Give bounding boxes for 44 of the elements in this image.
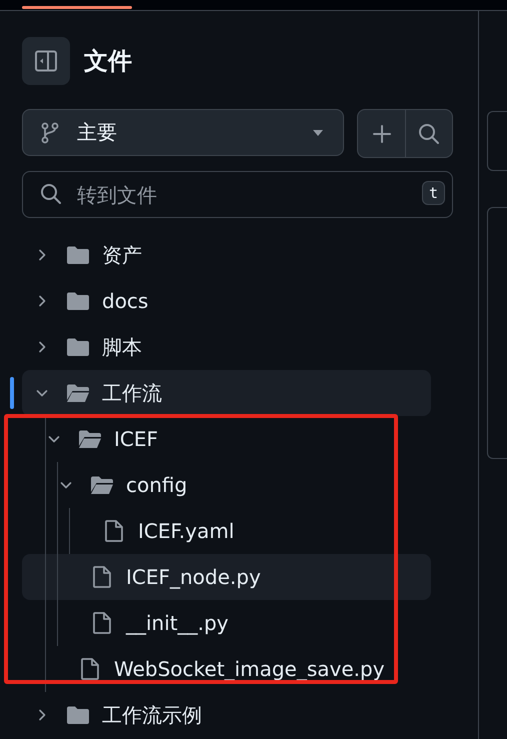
file-name: config <box>126 473 188 497</box>
file-name: 资产 <box>102 242 142 268</box>
search-icon <box>40 183 62 205</box>
search-icon <box>418 122 440 144</box>
file-icon <box>92 611 112 635</box>
plus-icon <box>372 124 392 144</box>
folder-icon <box>66 705 90 725</box>
file-name: __init__.py <box>126 611 229 635</box>
dropdown-caret-icon <box>313 130 323 136</box>
sidebar-toggle-button[interactable] <box>22 37 70 85</box>
file-name: docs <box>102 289 148 313</box>
tree-item[interactable]: ICEF_node.py <box>22 554 431 600</box>
tree-item[interactable]: __init__.py <box>22 600 431 646</box>
file-name: 工作流 <box>102 380 162 406</box>
file-name: 工作流示例 <box>102 702 202 728</box>
file-icon <box>80 657 100 681</box>
file-name: ICEF.yaml <box>138 519 234 543</box>
open-folder-icon <box>66 383 90 403</box>
tree-item[interactable]: ICEF.yaml <box>22 508 431 554</box>
tree-item[interactable]: 资产 <box>22 232 431 278</box>
file-name: WebSocket_image_save.py <box>114 657 385 681</box>
tree-item[interactable]: ICEF <box>22 416 431 462</box>
panel-title: 文件 <box>84 46 132 77</box>
tree-item[interactable]: config <box>22 462 431 508</box>
card-edge <box>487 111 507 171</box>
tree-item[interactable]: WebSocket_image_save.py <box>22 646 431 692</box>
file-name: ICEF <box>114 427 158 451</box>
shortcut-key: t <box>422 181 445 205</box>
tree-item[interactable]: 脚本 <box>22 324 431 370</box>
folder-icon <box>66 245 90 265</box>
branch-selector[interactable]: 主要 <box>22 109 344 156</box>
open-folder-icon <box>90 475 114 495</box>
file-name: 脚本 <box>102 334 142 360</box>
folder-icon <box>66 337 90 357</box>
folder-icon <box>66 291 90 311</box>
tree-item[interactable]: 工作流示例 <box>22 692 431 738</box>
branch-icon <box>41 122 59 144</box>
tree-item[interactable]: docs <box>22 278 431 324</box>
file-name: ICEF_node.py <box>126 565 261 589</box>
sidebar-collapse-icon <box>34 49 58 73</box>
selection-indicator <box>10 377 14 409</box>
file-icon <box>104 519 124 543</box>
file-icon <box>92 565 112 589</box>
open-folder-icon <box>78 429 102 449</box>
